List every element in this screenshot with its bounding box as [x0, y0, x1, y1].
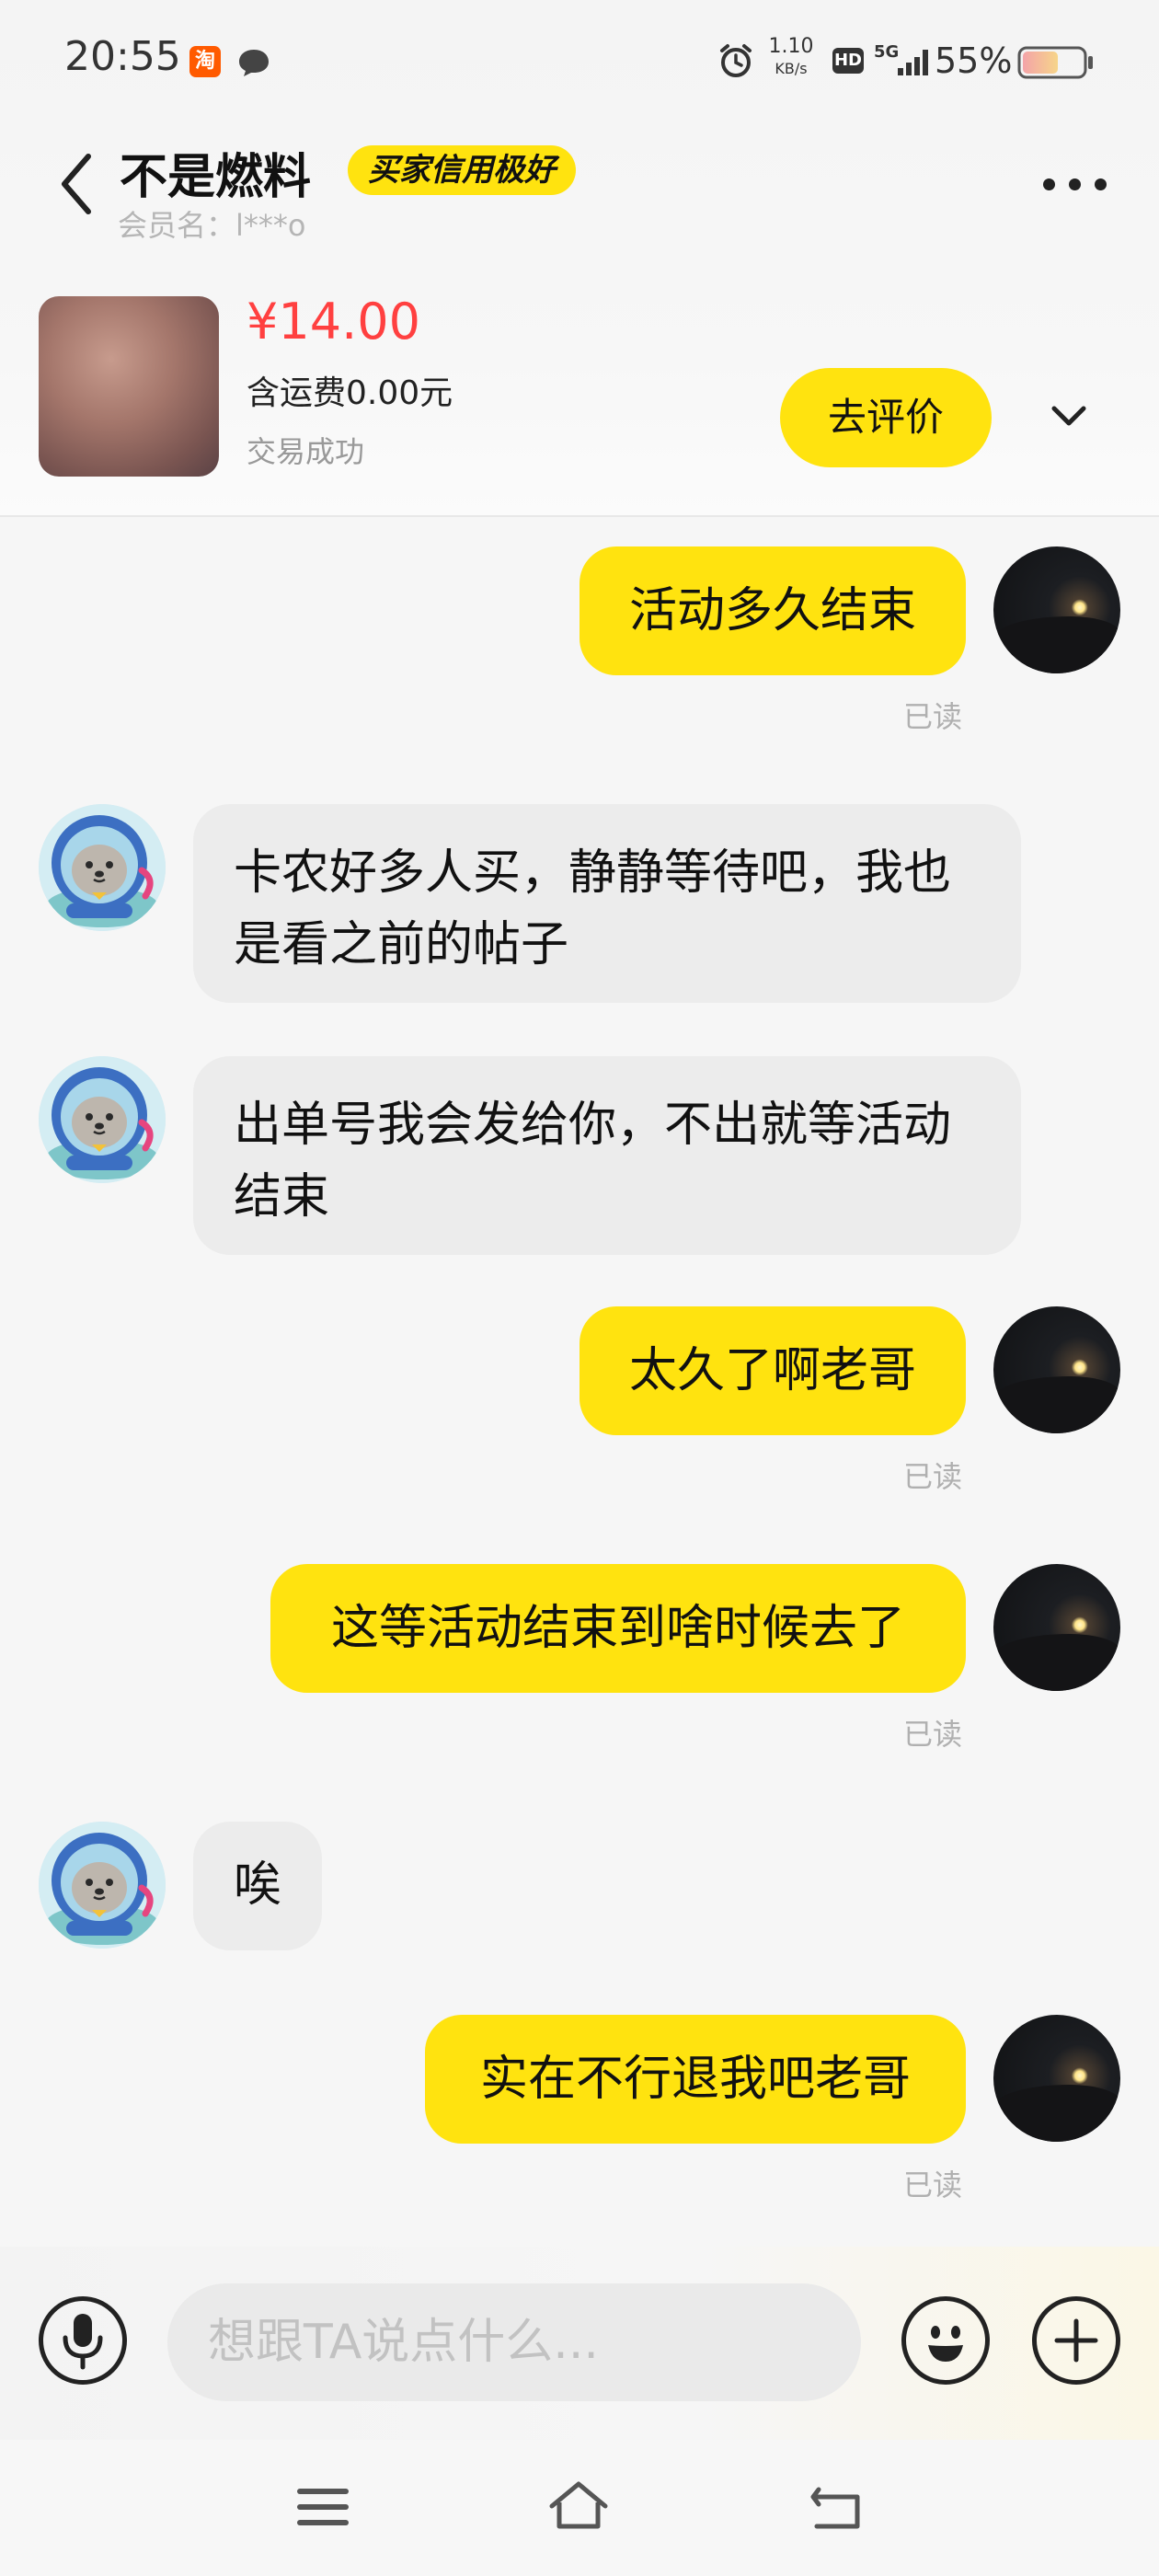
- seal-astronaut-avatar-icon: [39, 1056, 166, 1183]
- emoji-button[interactable]: [901, 2296, 990, 2385]
- product-thumbnail[interactable]: [39, 296, 219, 477]
- status-bar: 20:55 淘 1.10 KB/s HD 5G 55%: [0, 0, 1159, 120]
- avatar-seller[interactable]: [39, 804, 166, 931]
- avatar-seller[interactable]: [39, 1056, 166, 1183]
- member-name: 会员名：l***o: [118, 208, 306, 243]
- chat-title: 不是燃料: [120, 150, 312, 205]
- review-button[interactable]: 去评价: [780, 368, 992, 467]
- message-bubble-self[interactable]: 活动多久结束: [580, 546, 966, 675]
- more-button[interactable]: [1039, 175, 1109, 193]
- more-icon: [1043, 178, 1055, 190]
- avatar-self[interactable]: [993, 1306, 1120, 1433]
- avatar-seller[interactable]: [39, 1822, 166, 1949]
- read-status: 已读: [903, 1459, 963, 1494]
- hd-icon: HD: [832, 48, 864, 74]
- trade-status: 交易成功: [247, 434, 365, 469]
- message-bubble-self[interactable]: 这等活动结束到啥时候去了: [270, 1564, 966, 1693]
- message-bubble-seller[interactable]: 卡农好多人买，静静等待吧，我也是看之前的帖子: [193, 804, 1021, 1003]
- chevron-left-icon: [62, 154, 91, 214]
- read-status: 已读: [903, 699, 963, 734]
- avatar-self[interactable]: [993, 1564, 1120, 1691]
- message-bubble-self[interactable]: 实在不行退我吧老哥: [425, 2015, 966, 2144]
- alarm-icon: [720, 44, 752, 77]
- add-button[interactable]: [1032, 2296, 1120, 2385]
- product-price: ¥14.00: [247, 293, 420, 351]
- voice-button[interactable]: [39, 2296, 127, 2385]
- return-icon: [810, 2487, 860, 2529]
- net-speed: 1.10 KB/s: [763, 37, 819, 79]
- status-time: 20:55: [64, 33, 181, 80]
- home-icon: [549, 2481, 608, 2529]
- nav-home-button[interactable]: [546, 2475, 611, 2539]
- message-bubble-self[interactable]: 太久了啊老哥: [580, 1306, 966, 1435]
- read-status: 已读: [903, 1717, 963, 1752]
- credit-badge: 买家信用极好: [348, 145, 576, 195]
- avatar-self[interactable]: [993, 546, 1120, 673]
- nav-back-button[interactable]: [804, 2475, 868, 2539]
- menu-icon: [297, 2489, 349, 2525]
- read-status: 已读: [903, 2168, 963, 2202]
- seal-astronaut-avatar-icon: [39, 804, 166, 931]
- emoji-icon: [928, 2326, 963, 2362]
- message-bubble-seller[interactable]: 唉: [193, 1822, 322, 1950]
- battery-percent: 55%: [935, 40, 1013, 81]
- chevron-down-icon[interactable]: [1049, 401, 1089, 431]
- chat-list[interactable]: 活动多久结束 已读 卡农好多人买，静静等待吧，我也是看之前的帖子 出单号我会发给…: [0, 517, 1159, 2247]
- battery-icon: [1017, 46, 1093, 79]
- signal-5g-icon: 5G: [874, 42, 928, 75]
- microphone-icon: [63, 2314, 103, 2370]
- net-speed-value: 1.10: [768, 35, 814, 58]
- taobao-notification-icon: 淘: [189, 46, 221, 77]
- message-bubble-seller[interactable]: 出单号我会发给你，不出就等活动结束: [193, 1056, 1021, 1255]
- back-button[interactable]: [52, 147, 107, 221]
- message-input[interactable]: [167, 2283, 861, 2401]
- message-notification-icon: [239, 50, 269, 76]
- nav-menu-button[interactable]: [291, 2475, 355, 2539]
- avatar-self[interactable]: [993, 2015, 1120, 2142]
- plus-icon: [1054, 2318, 1098, 2363]
- network-type-label: 5G: [874, 42, 899, 62]
- net-speed-unit: KB/s: [775, 60, 808, 77]
- more-icon-dot: [1069, 178, 1081, 190]
- seal-astronaut-avatar-icon: [39, 1822, 166, 1949]
- product-shipping: 含运费0.00元: [247, 374, 453, 412]
- more-icon-dot: [1095, 178, 1107, 190]
